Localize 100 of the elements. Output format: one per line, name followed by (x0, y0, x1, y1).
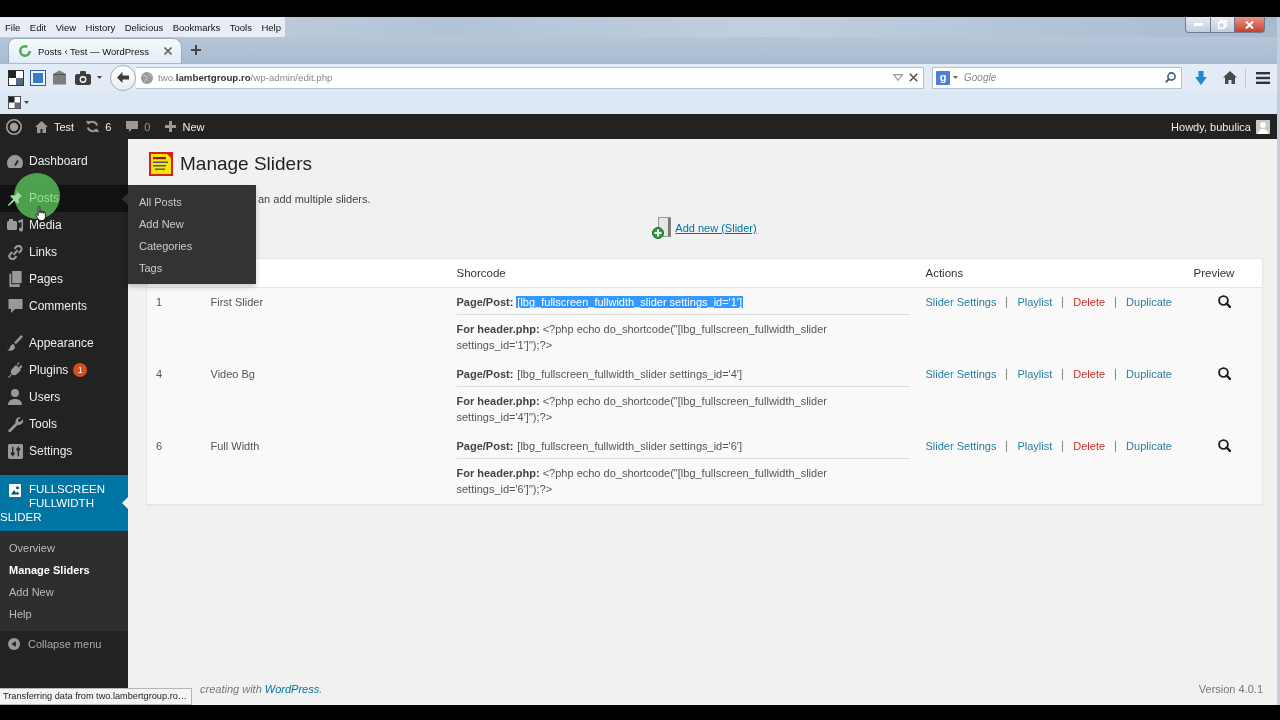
account-menu[interactable]: Howdy, bubulica (1171, 119, 1270, 134)
version-text: Version 4.0.1 (1198, 682, 1263, 696)
action-link[interactable]: Duplicate (1126, 367, 1172, 381)
plug-icon (7, 362, 23, 378)
submenu-item[interactable]: Manage Sliders (0, 559, 128, 581)
flyout-menu-item[interactable]: Add New (128, 213, 256, 235)
click-highlight (14, 173, 60, 219)
sidebar-menu-item[interactable]: Comments (0, 293, 128, 320)
menu-icon[interactable] (1256, 71, 1270, 84)
caret-icon[interactable] (953, 76, 958, 79)
sidebar-menu-item[interactable]: Media (0, 212, 128, 239)
plugin-logo-icon (149, 152, 173, 176)
speech-bubble-icon (7, 299, 23, 313)
home-icon (35, 120, 48, 133)
close-button[interactable] (1235, 17, 1265, 33)
camera-note-icon (7, 218, 23, 232)
sidebar-menu-item[interactable]: Pages (0, 266, 128, 293)
flyout-menu-item[interactable]: Tags (128, 257, 256, 279)
menu-item[interactable]: File (5, 20, 21, 34)
minimize-icon (1193, 23, 1203, 26)
action-link[interactable]: Slider Settings (925, 295, 997, 309)
plus-icon[interactable] (191, 45, 201, 55)
flyout-menu-item[interactable]: Categories (128, 235, 256, 257)
action-link[interactable]: Delete (1073, 295, 1106, 309)
left-arrow-icon (117, 72, 129, 83)
submenu-item[interactable]: Overview (0, 537, 128, 559)
menu-item[interactable]: Bookmarks (172, 20, 221, 34)
status-tooltip: Transferring data from two.lambertgroup.ro… (0, 688, 192, 705)
action-link[interactable]: Playlist (1017, 295, 1053, 309)
add-new-link[interactable]: Add new (Slider) (675, 221, 757, 235)
home-icon[interactable] (1223, 71, 1237, 84)
action-link[interactable]: Duplicate (1126, 439, 1172, 453)
code-snippet: For header.php: <?php echo do_shortcode("[lbg_fullscreen_fullwidth_slider settings_id='1']");?> (456, 322, 828, 353)
search-field[interactable]: g Google (932, 66, 1182, 89)
checkered-square-icon[interactable] (8, 96, 21, 109)
menu-item[interactable]: View (55, 20, 77, 34)
back-button[interactable] (110, 64, 136, 91)
menu-item[interactable]: History (85, 20, 116, 34)
sidebar-menu-item[interactable]: Links (0, 239, 128, 266)
submenu-item[interactable]: Add New (0, 581, 128, 603)
menu-item[interactable]: Delicious (124, 20, 164, 34)
sidebar-menu-item[interactable]: Settings (0, 438, 128, 465)
minimize-button[interactable] (1185, 17, 1211, 33)
magnifier-icon[interactable] (1217, 295, 1231, 308)
column-header: Preview (1184, 258, 1263, 288)
menu-item[interactable]: Tools (229, 20, 252, 34)
sidebar-menu-item[interactable]: Tools (0, 411, 128, 438)
admin-bar-item[interactable]: Test (35, 120, 75, 133)
globe-icon (141, 71, 153, 84)
submenu-item[interactable]: Help (0, 603, 128, 625)
close-icon[interactable] (909, 73, 918, 82)
action-link[interactable]: Slider Settings (925, 367, 997, 381)
column-header: Shorcode (447, 258, 917, 288)
close-icon (1245, 20, 1254, 29)
magnifier-icon[interactable] (1217, 367, 1231, 380)
magnifier-icon[interactable] (1217, 439, 1231, 452)
action-link[interactable]: Delete (1073, 439, 1106, 453)
action-link[interactable]: Playlist (1017, 367, 1053, 381)
action-link[interactable]: Duplicate (1126, 295, 1172, 309)
download-icon[interactable] (1195, 70, 1207, 85)
admin-bar-item[interactable]: New (165, 120, 205, 133)
column-header: Actions (916, 258, 1185, 288)
dropdown-arrow-icon[interactable] (893, 74, 903, 81)
window-icon[interactable] (30, 69, 46, 86)
caret-icon[interactable] (97, 76, 102, 79)
page-description: an add multiple sliders. (258, 192, 372, 206)
box-icon[interactable] (52, 70, 67, 85)
address-field[interactable]: two.lambertgroup.ro/wp-admin/edit.php (136, 66, 924, 89)
action-link[interactable]: Slider Settings (925, 439, 997, 453)
action-link[interactable]: Playlist (1017, 439, 1053, 453)
flyout-menu-item[interactable]: All Posts (128, 191, 256, 213)
close-icon[interactable] (164, 47, 172, 55)
action-link[interactable]: Delete (1073, 367, 1106, 381)
search-icon[interactable] (1165, 72, 1176, 83)
collapse-menu-button[interactable]: Collapse menu (0, 631, 128, 657)
checkered-square-icon[interactable] (8, 69, 24, 86)
engine-logo[interactable]: g (936, 70, 950, 85)
footer-credit: creating with WordPress. (200, 682, 323, 696)
code-snippet: For header.php: <?php echo do_shortcode("[lbg_fullscreen_fullwidth_slider settings_id='6']");?> (456, 466, 828, 497)
sidebar-menu-item[interactable]: Plugins 1 (0, 357, 128, 384)
camera-icon[interactable] (75, 70, 91, 85)
menu-item[interactable]: Help (261, 20, 281, 34)
browser-tab[interactable]: Posts ‹ Test — WordPress (8, 38, 182, 63)
avatar-icon (1256, 119, 1270, 134)
restore-button[interactable] (1211, 17, 1235, 33)
sidebar-menu-item[interactable]: Dashboard (0, 148, 128, 175)
admin-bar-item[interactable]: 0 (126, 120, 151, 133)
shortcode-text: [lbg_fullscreen_fullwidth_slider settings_id='1'] (516, 296, 743, 308)
gauge-icon (7, 154, 23, 168)
add-document-icon[interactable] (652, 217, 673, 239)
caret-icon[interactable] (24, 101, 29, 104)
admin-bar-item[interactable]: 6 (86, 120, 112, 133)
shortcode-text: [lbg_fullscreen_fullwidth_slider settings_id='4'] (516, 368, 743, 380)
logo-icon[interactable] (6, 118, 22, 135)
sidebar-menu-item[interactable]: Users (0, 384, 128, 411)
speech-bubble-icon (126, 121, 139, 132)
count-badge: 1 (73, 363, 88, 377)
menu-item[interactable]: Edit (29, 20, 47, 34)
sidebar-menu-item[interactable]: FULLSCREEN FULLWIDTH SLIDER (0, 475, 128, 531)
sidebar-menu-item[interactable]: Appearance (0, 330, 128, 357)
